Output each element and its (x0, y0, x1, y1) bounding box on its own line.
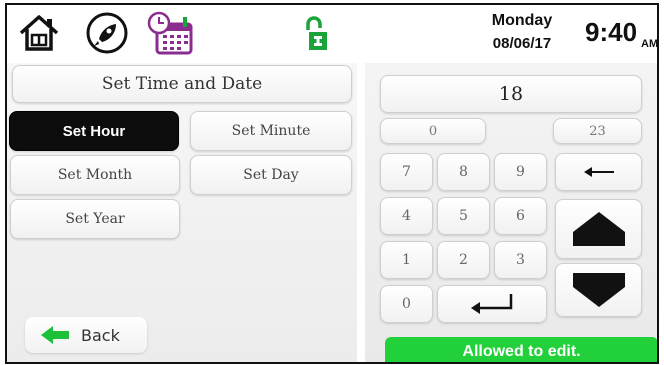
key-4[interactable]: 4 (380, 197, 433, 235)
date-label: 08/06/17 (492, 35, 552, 52)
backspace-arrow-icon (583, 166, 614, 178)
max-value: 23 (553, 118, 642, 144)
min-value: 0 (380, 118, 486, 144)
back-button[interactable]: Back (25, 317, 147, 353)
key-1[interactable]: 1 (380, 241, 433, 279)
key-3[interactable]: 3 (494, 241, 547, 279)
keypad-panel: 18 0 23 7 8 9 4 5 6 1 2 3 0 (365, 63, 657, 362)
clock-ampm: AM (641, 38, 659, 50)
unlock-icon (303, 16, 331, 52)
up-triangle-icon (572, 212, 625, 246)
increment-button[interactable] (555, 199, 642, 259)
set-day-button[interactable]: Set Day (190, 155, 352, 195)
edit-status-bar: Allowed to edit. (385, 337, 657, 362)
device-screen: Monday 08/06/17 9:40 AM Set Time and Dat… (5, 3, 659, 364)
key-9[interactable]: 9 (494, 153, 547, 191)
key-2[interactable]: 2 (437, 241, 490, 279)
set-year-button[interactable]: Set Year (10, 199, 180, 239)
set-hour-button[interactable]: Set Hour (9, 111, 179, 151)
key-7[interactable]: 7 (380, 153, 433, 191)
home-icon[interactable] (17, 11, 61, 55)
rocket-icon[interactable] (85, 11, 129, 55)
key-0[interactable]: 0 (380, 285, 433, 323)
decrement-button[interactable] (555, 263, 642, 317)
set-minute-button[interactable]: Set Minute (190, 111, 352, 151)
value-display: 18 (380, 75, 642, 113)
enter-arrow-icon (471, 294, 513, 314)
back-arrow-icon (39, 325, 71, 345)
back-label: Back (81, 325, 120, 345)
key-8[interactable]: 8 (437, 153, 490, 191)
enter-button[interactable] (437, 285, 547, 323)
top-bar: Monday 08/06/17 9:40 AM (7, 5, 657, 61)
key-5[interactable]: 5 (437, 197, 490, 235)
clock-time: 9:40 (585, 17, 638, 47)
set-month-button[interactable]: Set Month (10, 155, 180, 195)
key-6[interactable]: 6 (494, 197, 547, 235)
backspace-button[interactable] (555, 153, 642, 191)
panel-title: Set Time and Date (12, 65, 352, 103)
weekday-label: Monday (491, 12, 553, 29)
down-triangle-icon (572, 273, 625, 307)
calendar-clock-icon[interactable] (145, 11, 193, 55)
